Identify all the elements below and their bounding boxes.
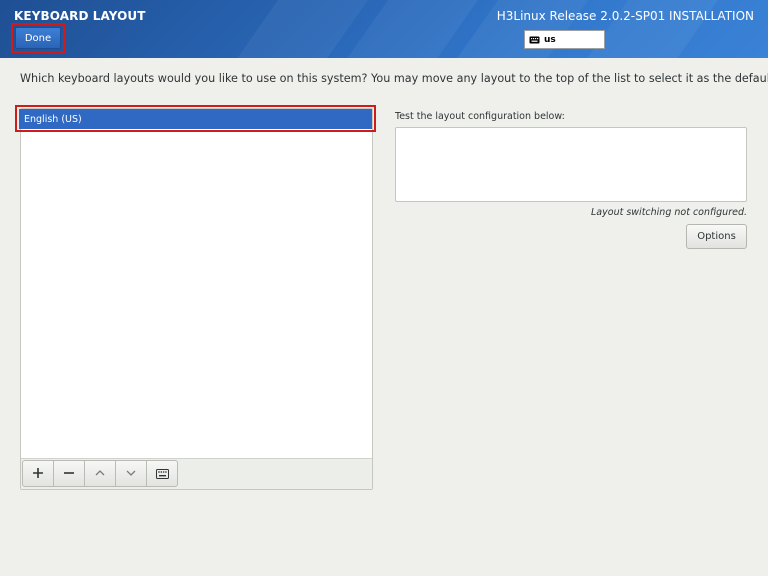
header-bar: KEYBOARD LAYOUT Done H3Linux Release 2.0…: [0, 0, 768, 58]
minus-icon: [63, 464, 75, 483]
layout-switching-status: Layout switching not configured.: [591, 207, 747, 218]
move-layout-down-button[interactable]: [115, 460, 147, 487]
chevron-up-icon: [94, 464, 106, 483]
preview-layout-button[interactable]: [146, 460, 178, 487]
chevron-down-icon: [125, 464, 137, 483]
move-layout-up-button[interactable]: [84, 460, 116, 487]
layout-toolbar: [22, 460, 181, 487]
keyboard-indicator-label: us: [544, 34, 556, 45]
release-title: H3Linux Release 2.0.2-SP01 INSTALLATION: [496, 9, 754, 23]
remove-layout-button[interactable]: [53, 460, 85, 487]
layout-list[interactable]: [20, 108, 373, 490]
test-layout-textarea[interactable]: [395, 127, 747, 202]
layout-item-english-us[interactable]: English (US): [19, 109, 372, 129]
page-title: KEYBOARD LAYOUT: [14, 9, 146, 23]
keyboard-layout-indicator[interactable]: us: [524, 30, 605, 49]
test-layout-label: Test the layout configuration below:: [395, 111, 565, 122]
keyboard-icon: [155, 464, 169, 483]
keyboard-icon: [529, 36, 540, 44]
instructions-text: Which keyboard layouts would you like to…: [20, 72, 768, 85]
options-button[interactable]: Options: [686, 224, 747, 249]
plus-icon: [32, 464, 44, 483]
done-button[interactable]: Done: [15, 27, 61, 49]
add-layout-button[interactable]: [22, 460, 54, 487]
